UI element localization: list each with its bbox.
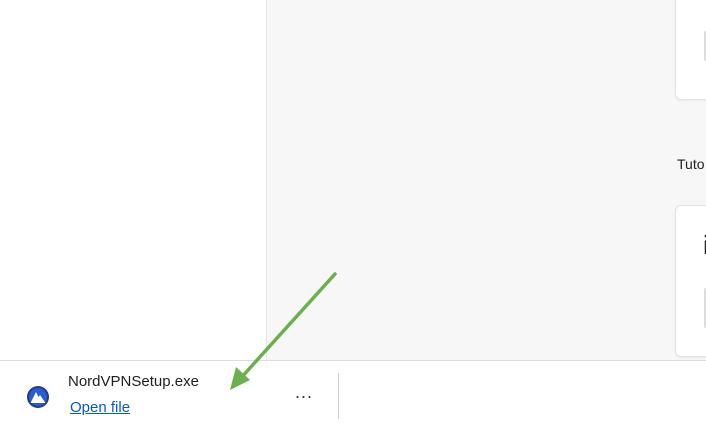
page: Tuto i NordVPNSetup.exe Open file ...	[0, 0, 706, 429]
tutorial-card[interactable]: i	[675, 205, 706, 357]
download-bar: NordVPNSetup.exe Open file ...	[0, 360, 706, 429]
download-file-name: NordVPNSetup.exe	[68, 373, 199, 390]
content-card[interactable]	[675, 0, 706, 100]
nordvpn-icon	[27, 386, 49, 408]
section-label: Tuto	[677, 156, 705, 172]
open-file-link[interactable]: Open file	[70, 399, 130, 416]
arrow-annotation-icon	[230, 272, 337, 390]
